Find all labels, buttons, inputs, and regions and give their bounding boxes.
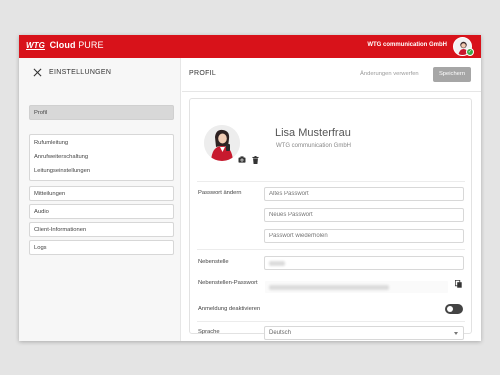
extension-password-field: [264, 280, 449, 294]
section-divider: [197, 181, 465, 182]
sidebar-item-client-informationen[interactable]: Client-Informationen: [29, 222, 174, 237]
app-logo: WTG Cloud PURE: [26, 40, 104, 50]
company-name: WTG communication GmbH: [367, 42, 447, 48]
camera-icon[interactable]: [238, 156, 246, 163]
discard-changes-button[interactable]: Änderungen verwerfen: [360, 71, 419, 77]
profile-avatar: [204, 125, 240, 161]
profile-name: Lisa Musterfrau: [275, 127, 351, 139]
toggle-knob: [447, 306, 453, 312]
extension-label: Nebenstelle: [198, 259, 229, 265]
extension-password-redacted: [269, 285, 389, 290]
language-select[interactable]: Deutsch: [264, 326, 464, 340]
sidebar-item-audio[interactable]: Audio: [29, 204, 174, 219]
profile-panel: PROFIL Änderungen verwerfen Speichern Li…: [182, 58, 481, 341]
extension-value-redacted: [269, 261, 285, 266]
sidebar-item-leitungseinstellungen[interactable]: Leitungseinstellungen: [34, 168, 90, 174]
profile-card: Lisa Musterfrau WTG communication GmbH P…: [189, 98, 472, 340]
sidebar-item-rufumleitung[interactable]: Rufumleitung: [34, 140, 68, 146]
save-button[interactable]: Speichern: [433, 67, 471, 82]
language-value: Deutsch: [269, 330, 292, 336]
settings-sidebar: EINSTELLUNGEN Profil Rufumleitung Anrufw…: [19, 58, 181, 341]
online-status-icon: ✓: [466, 48, 474, 56]
disable-login-label: Anmeldung deaktivieren: [198, 306, 261, 312]
section-divider: [197, 321, 465, 322]
app-window: WTG Cloud PURE WTG communication GmbH ✓ …: [19, 35, 481, 341]
sidebar-item-mitteilungen[interactable]: Mitteilungen: [29, 186, 174, 201]
extension-password-label: Nebenstellen-Passwort: [198, 280, 258, 286]
disable-login-toggle[interactable]: [445, 304, 463, 314]
top-bar: WTG Cloud PURE WTG communication GmbH ✓: [19, 35, 481, 58]
language-label: Sprache: [198, 329, 220, 335]
header-divider: [182, 91, 481, 92]
settings-title: EINSTELLUNGEN: [49, 69, 112, 76]
logo-brand: WTG: [26, 41, 45, 50]
trash-icon[interactable]: [252, 156, 259, 164]
copy-icon[interactable]: [455, 280, 462, 288]
sidebar-item-logs[interactable]: Logs: [29, 240, 174, 255]
extension-field[interactable]: [264, 256, 464, 270]
sidebar-item-anrufweiterschaltung[interactable]: Anrufweiterschaltung: [34, 154, 88, 160]
logo-product: Cloud: [49, 40, 76, 50]
password-label: Passwort ändern: [198, 190, 242, 196]
sidebar-item-profil[interactable]: Profil: [29, 105, 174, 120]
new-password-input[interactable]: [264, 208, 464, 222]
logo-edition: PURE: [78, 40, 104, 50]
close-icon[interactable]: [33, 68, 42, 77]
sidebar-group-calls: Rufumleitung Anrufweiterschaltung Leitun…: [29, 134, 174, 181]
page-title: PROFIL: [189, 70, 217, 77]
chevron-down-icon: [454, 332, 458, 335]
profile-company: WTG communication GmbH: [276, 143, 352, 149]
section-divider: [197, 249, 465, 250]
old-password-input[interactable]: [264, 187, 464, 201]
profile-avatar-image: [204, 125, 240, 161]
repeat-password-input[interactable]: [264, 229, 464, 243]
